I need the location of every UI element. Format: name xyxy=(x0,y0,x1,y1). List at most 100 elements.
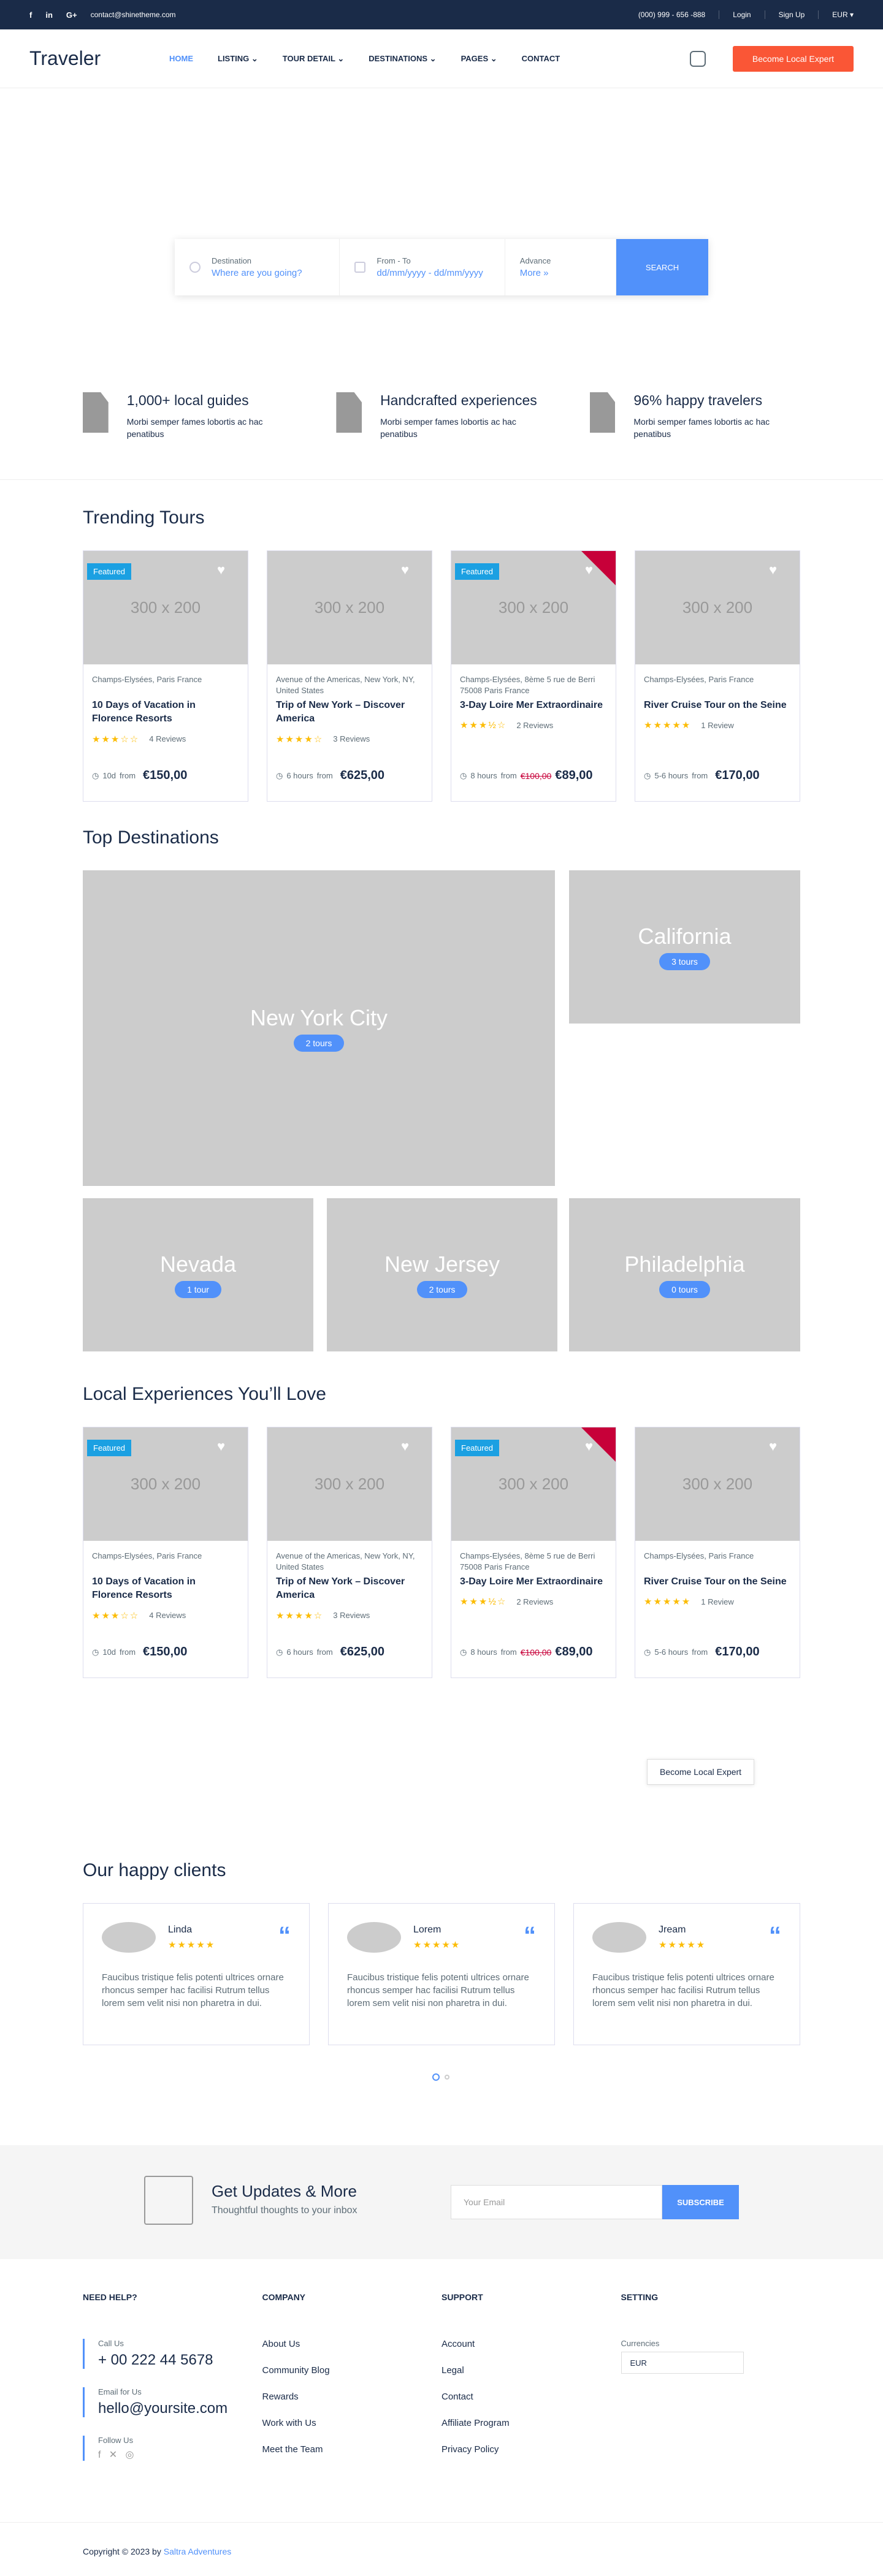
cart-icon[interactable] xyxy=(689,50,706,67)
footer-link[interactable]: Contact xyxy=(442,2392,621,2402)
logo[interactable]: Traveler xyxy=(29,47,140,70)
tour-price: €170,00 xyxy=(715,1645,760,1658)
carousel-dots[interactable] xyxy=(432,2073,449,2081)
clock-icon: ◷ xyxy=(644,1647,651,1657)
heart-icon[interactable]: ♥ xyxy=(769,1438,782,1454)
envelope-icon xyxy=(144,2176,193,2225)
signup-link[interactable]: Sign Up xyxy=(779,10,805,19)
social-icons[interactable]: f ✕ ◎ xyxy=(98,2449,262,2461)
price-from: from xyxy=(500,771,517,780)
tour-card[interactable]: 300 x 200 ♥ Champs-Elysées, Paris France… xyxy=(635,550,800,802)
destination-input[interactable]: Where are you going? xyxy=(212,268,302,278)
tour-title[interactable]: 10 Days of Vacation in Florence Resorts xyxy=(92,699,239,726)
tour-title[interactable]: River Cruise Tour on the Seine xyxy=(644,1575,791,1589)
price-from: from xyxy=(120,771,136,780)
footer-link[interactable]: Privacy Policy xyxy=(442,2444,621,2455)
tour-location: Champs-Elysées, Paris France xyxy=(644,675,754,684)
tour-card[interactable]: 300 x 200 Featured ♥ Champs-Elysées, Par… xyxy=(83,550,248,802)
tour-price: €625,00 xyxy=(340,1645,385,1658)
contact-email[interactable]: contact@shinetheme.com xyxy=(91,10,176,19)
date-input[interactable]: dd/mm/yyyy - dd/mm/yyyy xyxy=(377,268,483,278)
tour-count-pill[interactable]: 3 tours xyxy=(659,953,710,970)
follow-label: Follow Us xyxy=(98,2436,134,2445)
destination-card[interactable]: New York City 2 tours xyxy=(83,870,555,1186)
tour-location: Avenue of the Americas, New York, NY, Un… xyxy=(276,1551,415,1572)
tour-card[interactable]: 300 x 200 ♥ Avenue of the Americas, New … xyxy=(267,1427,432,1678)
nav-contact[interactable]: CONTACT xyxy=(522,54,560,64)
advance-field[interactable]: Advance More » xyxy=(505,239,617,295)
advance-more-link[interactable]: More » xyxy=(520,268,551,278)
call-number[interactable]: + 00 222 44 5678 xyxy=(98,2352,262,2369)
clock-icon: ◷ xyxy=(276,1647,283,1657)
heart-icon[interactable]: ♥ xyxy=(769,562,782,577)
testimonial-card: Jream ★★★★★ “ Faucibus tristique felis pote… xyxy=(573,1903,800,2045)
footer-link[interactable]: About Us xyxy=(262,2339,442,2349)
tour-price: €150,00 xyxy=(143,769,188,782)
quote-icon: “ xyxy=(769,1922,781,1949)
email-input[interactable]: Your Email xyxy=(451,2185,662,2219)
login-link[interactable]: Login xyxy=(733,10,751,19)
tour-card[interactable]: 300 x 200 ♥ Avenue of the Americas, New … xyxy=(267,550,432,802)
tour-count-pill[interactable]: 2 tours xyxy=(416,1281,468,1298)
subscribe-button[interactable]: SUBSCRIBE xyxy=(662,2185,739,2219)
client-name: Jream xyxy=(659,1924,686,1935)
heart-icon[interactable]: ♥ xyxy=(217,562,231,577)
tour-card[interactable]: 300 x 200 Featured ♥ Champs-Elysées, 8èm… xyxy=(451,1427,616,1678)
avatar xyxy=(102,1922,156,1953)
tour-card[interactable]: 300 x 200 Featured ♥ Champs-Elysées, 8èm… xyxy=(451,550,616,802)
date-field[interactable]: From - To dd/mm/yyyy - dd/mm/yyyy xyxy=(340,239,505,295)
feature-item: 96% happy travelers Morbi semper fames lo… xyxy=(589,392,800,440)
tour-duration: 8 hours xyxy=(470,771,497,780)
linkedin-icon[interactable]: in xyxy=(45,10,53,20)
tour-title[interactable]: Trip of New York – Discover America xyxy=(276,1575,423,1603)
footer-link[interactable]: Meet the Team xyxy=(262,2444,442,2455)
rating-stars: ★★★☆☆ xyxy=(92,1610,140,1621)
copyright-link[interactable]: Saltra Adventures xyxy=(164,2547,232,2556)
destination-card[interactable]: Philadelphia 0 tours xyxy=(569,1198,800,1351)
become-local-expert-button[interactable]: Become Local Expert xyxy=(732,45,854,72)
nav-tour-detail[interactable]: TOUR DETAIL ⌄ xyxy=(283,54,344,64)
tour-title[interactable]: 3-Day Loire Mer Extraordinaire xyxy=(460,1575,607,1589)
footer-link[interactable]: Rewards xyxy=(262,2392,442,2402)
footer-link[interactable]: Work with Us xyxy=(262,2418,442,2428)
nav-home[interactable]: HOME xyxy=(169,54,193,64)
heart-icon[interactable]: ♥ xyxy=(401,1438,415,1454)
date-label: From - To xyxy=(377,256,411,265)
footer-link[interactable]: Affiliate Program xyxy=(442,2418,621,2428)
heart-icon[interactable]: ♥ xyxy=(585,1438,598,1454)
tour-location: Champs-Elysées, 8ème 5 rue de Berri 7500… xyxy=(460,1551,595,1572)
search-button[interactable]: SEARCH xyxy=(616,239,709,295)
nav-pages[interactable]: PAGES ⌄ xyxy=(461,54,497,64)
heart-icon[interactable]: ♥ xyxy=(585,562,598,577)
tour-duration: 5-6 hours xyxy=(654,771,689,780)
destination-card[interactable]: New Jersey 2 tours xyxy=(327,1198,557,1351)
tour-title[interactable]: River Cruise Tour on the Seine xyxy=(644,699,791,712)
main-nav: Traveler HOME LISTING ⌄ TOUR DETAIL ⌄ DE… xyxy=(0,29,883,88)
tour-title[interactable]: Trip of New York – Discover America xyxy=(276,699,423,726)
become-local-expert-link[interactable]: Become Local Expert xyxy=(647,1759,755,1785)
footer-link[interactable]: Community Blog xyxy=(262,2365,442,2376)
footer-email[interactable]: hello@yoursite.com xyxy=(98,2400,262,2417)
facebook-icon[interactable]: f xyxy=(29,10,32,20)
tour-count-pill[interactable]: 0 tours xyxy=(659,1281,710,1298)
heart-icon[interactable]: ♥ xyxy=(401,562,415,577)
nav-destinations[interactable]: DESTINATIONS ⌄ xyxy=(369,54,436,64)
tour-count-pill[interactable]: 1 tour xyxy=(175,1281,221,1298)
destination-card[interactable]: California 3 tours xyxy=(569,870,800,1024)
heart-icon[interactable]: ♥ xyxy=(217,1438,231,1454)
currency-select[interactable]: EUR xyxy=(621,2352,744,2374)
rating-stars: ★★★★★ xyxy=(413,1940,461,1950)
tour-title[interactable]: 3-Day Loire Mer Extraordinaire xyxy=(460,699,607,712)
clients-title: Our happy clients xyxy=(83,1860,226,1880)
destination-field[interactable]: Destination Where are you going? xyxy=(175,239,340,295)
tour-card[interactable]: 300 x 200 Featured ♥ Champs-Elysées, Par… xyxy=(83,1427,248,1678)
google-plus-icon[interactable]: G+ xyxy=(66,10,77,20)
destination-card[interactable]: Nevada 1 tour xyxy=(83,1198,313,1351)
currency-dropdown[interactable]: EUR ▾ xyxy=(832,10,854,19)
tour-count-pill[interactable]: 2 tours xyxy=(293,1034,345,1052)
tour-card[interactable]: 300 x 200 ♥ Champs-Elysées, Paris France… xyxy=(635,1427,800,1678)
tour-title[interactable]: 10 Days of Vacation in Florence Resorts xyxy=(92,1575,239,1603)
footer-link[interactable]: Legal xyxy=(442,2365,621,2376)
nav-listing[interactable]: LISTING ⌄ xyxy=(218,54,258,64)
footer-link[interactable]: Account xyxy=(442,2339,621,2349)
